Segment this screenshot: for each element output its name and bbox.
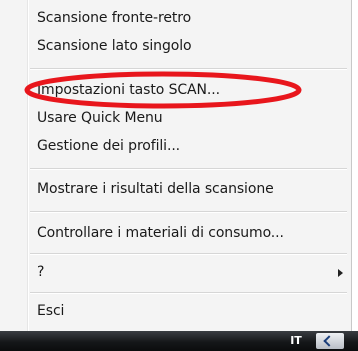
desktop-edge — [352, 0, 358, 331]
menu-item-label: Mostrare i risultati della scansione — [37, 181, 274, 197]
menu-item-label: Scansione fronte-retro — [37, 10, 192, 26]
menu-item-label: Usare Quick Menu — [37, 110, 163, 126]
menu-item-label: Gestione dei profili... — [37, 138, 181, 154]
menu-item-label: Esci — [37, 303, 65, 319]
menu-item-label: Impostazioni tasto SCAN... — [37, 82, 220, 98]
menu-separator — [30, 211, 347, 213]
menu-item-quick-menu[interactable]: Usare Quick Menu — [0, 106, 351, 132]
menu-item-scan-button-settings[interactable]: Impostazioni tasto SCAN... — [0, 78, 351, 104]
menu-item-show-scan-results[interactable]: Mostrare i risultati della scansione — [0, 177, 351, 203]
menu-item-label: Scansione lato singolo — [37, 38, 192, 54]
menu-item-single-side-scan[interactable]: Scansione lato singolo — [0, 34, 351, 60]
menu-item-profile-management[interactable]: Gestione dei profili... — [0, 134, 351, 160]
menu-separator — [30, 253, 347, 255]
show-hidden-icons-button[interactable] — [316, 333, 344, 349]
submenu-arrow-icon — [338, 269, 343, 277]
menu-item-check-consumables[interactable]: Controllare i materiali di consumo... — [0, 221, 351, 247]
menu-separator — [30, 292, 347, 294]
menu-separator — [30, 68, 347, 70]
menu-item-duplex-scan[interactable]: Scansione fronte-retro — [0, 6, 351, 32]
menu-item-label: ? — [37, 264, 45, 280]
menu-item-help[interactable]: ? — [0, 260, 351, 286]
taskbar: IT — [0, 331, 358, 351]
menu-item-exit[interactable]: Esci — [0, 299, 351, 325]
language-indicator[interactable]: IT — [281, 332, 311, 350]
menu-separator — [30, 168, 347, 170]
context-menu: Scansione fronte-retro Scansione lato si… — [0, 0, 352, 331]
menu-item-label: Controllare i materiali di consumo... — [37, 225, 284, 241]
